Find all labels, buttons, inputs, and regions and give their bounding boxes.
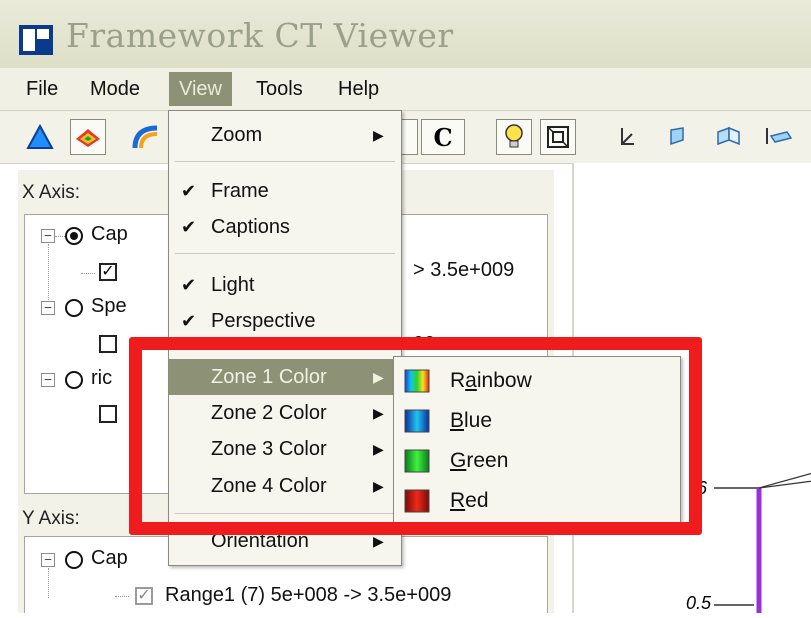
bracket-icon[interactable] [400, 119, 418, 155]
menu-item-captions-label: Captions [211, 216, 290, 238]
axis-icon-2[interactable] [660, 119, 696, 155]
x-check-3[interactable] [99, 405, 117, 423]
menu-item-zoom-label: Zoom [211, 124, 263, 146]
x-check-2[interactable] [99, 335, 117, 353]
frame-icon[interactable] [540, 119, 576, 155]
collapse-icon[interactable]: − [41, 553, 55, 567]
x-radio-spe[interactable] [65, 299, 83, 317]
window-title: Framework CT Viewer [66, 16, 454, 55]
collapse-icon[interactable]: − [41, 373, 55, 387]
menu-item-perspective-label: Perspective [211, 310, 316, 332]
menu-separator [175, 253, 395, 254]
x-axis-label: X Axis: [22, 182, 81, 203]
annotation-highlight-box [129, 337, 702, 535]
axis-icon-4[interactable] [760, 119, 796, 155]
y-item-cap: Cap [91, 547, 128, 569]
x-radio-cap[interactable] [65, 227, 83, 245]
gradient-icon[interactable] [124, 119, 168, 155]
menu-item-zoom[interactable]: Zoom ▶ [169, 117, 401, 153]
checkmark-icon: ✔ [181, 311, 197, 331]
y-axis-label: Y Axis: [22, 508, 80, 529]
x-item-ric: ric [91, 367, 113, 389]
menu-item-frame[interactable]: ✔ Frame [169, 173, 401, 209]
x-range-1: > 3.5e+009 [413, 259, 515, 281]
axis-icon-1[interactable] [610, 119, 646, 155]
menu-file[interactable]: File [16, 72, 68, 106]
y-check-1[interactable]: ✓ [135, 587, 153, 605]
menu-item-light-label: Light [211, 274, 255, 296]
menu-bar: File Mode View Tools Help [0, 68, 811, 111]
y-radio-cap[interactable] [65, 551, 83, 569]
triangle-icon[interactable] [22, 119, 58, 155]
checkmark-icon: ✔ [181, 181, 197, 201]
menu-item-light[interactable]: ✔ Light [169, 267, 401, 303]
app-window-icon [19, 25, 53, 55]
y-range-1: Range1 (7) 5e+008 -> 3.5e+009 [165, 584, 452, 606]
x-check-1[interactable]: ✓ [99, 263, 117, 281]
checkmark-icon: ✔ [181, 275, 197, 295]
x-radio-ric[interactable] [65, 371, 83, 389]
menu-view[interactable]: View [169, 72, 232, 106]
frame-edge-2 [758, 480, 811, 489]
axis-icon-3[interactable] [710, 119, 746, 155]
menu-item-frame-label: Frame [211, 180, 269, 202]
frame-edge-1 [758, 472, 811, 489]
toolbar: C [0, 111, 811, 164]
collapse-icon[interactable]: − [41, 229, 55, 243]
submenu-arrow-icon: ▶ [373, 127, 384, 143]
menu-tools[interactable]: Tools [246, 72, 313, 106]
lightbulb-icon[interactable] [496, 119, 532, 155]
menu-mode[interactable]: Mode [80, 72, 150, 106]
menu-item-perspective[interactable]: ✔ Perspective [169, 303, 401, 339]
surface-icon[interactable] [70, 119, 106, 155]
x-item-cap: Cap [91, 223, 128, 245]
title-bar: Framework CT Viewer [0, 0, 811, 69]
tick-label-bottom: 0.5 [686, 593, 712, 613]
menu-separator [175, 161, 395, 162]
menu-item-captions[interactable]: ✔ Captions [169, 209, 401, 245]
collapse-icon[interactable]: − [41, 301, 55, 315]
menu-help[interactable]: Help [328, 72, 389, 106]
checkmark-icon: ✔ [181, 217, 197, 237]
c-button[interactable]: C [421, 119, 465, 155]
x-item-spe: Spe [91, 295, 127, 317]
